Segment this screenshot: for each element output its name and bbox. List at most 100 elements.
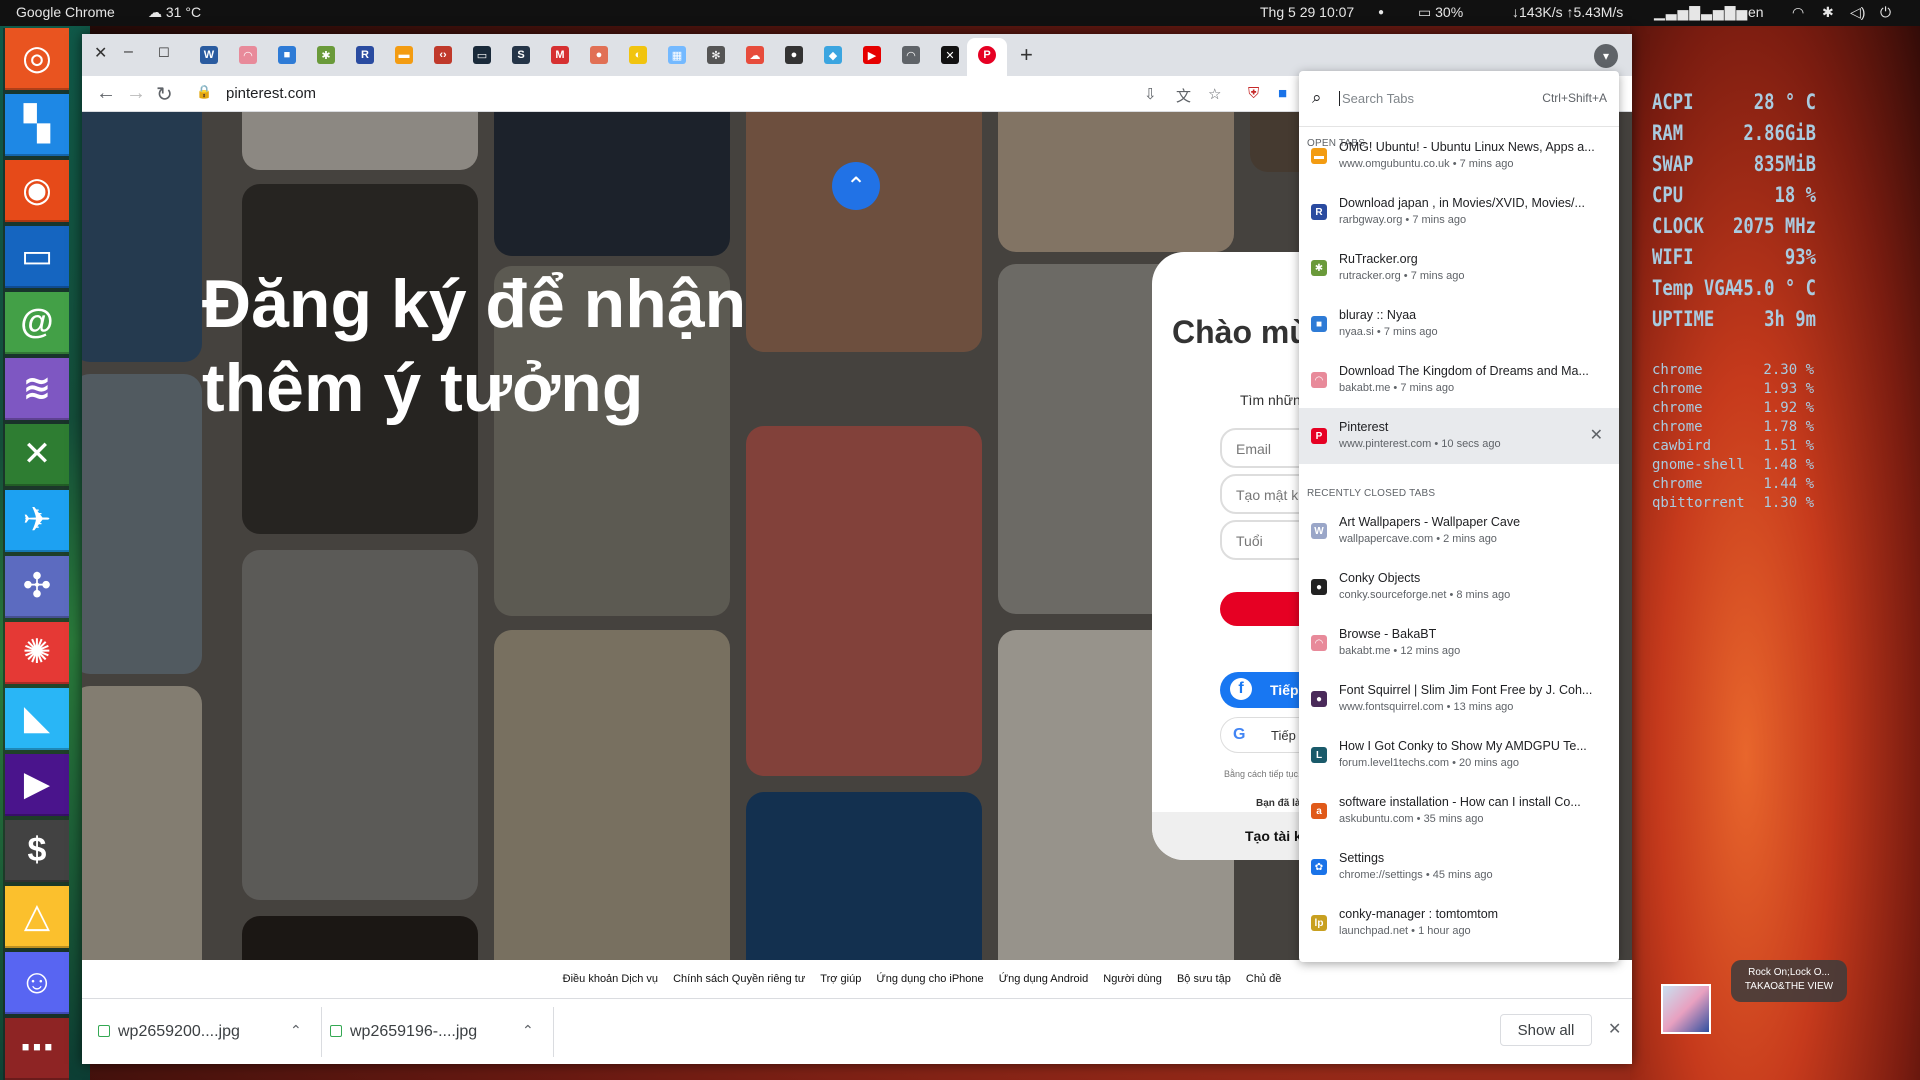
tab-favicon-settings[interactable]: ✻ — [707, 46, 725, 64]
music-widget[interactable]: Rock On;Lock O... TAKAO&THE VIEW — [1655, 960, 1847, 1040]
scroll-up-button[interactable]: ⌃ — [832, 162, 880, 210]
tab-search-button[interactable]: ▾ — [1594, 44, 1618, 68]
more-apps-icon[interactable]: ⋯ — [5, 1018, 69, 1080]
close-window-icon[interactable]: ✕ — [94, 43, 107, 63]
footer-link[interactable]: Chủ đề — [1246, 973, 1281, 985]
close-icon[interactable]: ✕ — [1608, 1019, 1621, 1039]
tab-search-box[interactable]: ⌕ Search Tabs Ctrl+Shift+A — [1299, 71, 1619, 127]
bluetooth-icon[interactable]: ✱ — [1822, 4, 1834, 21]
tab-pinterest[interactable]: P — [967, 38, 1007, 76]
tab-favicon-code[interactable]: ‹› — [434, 46, 452, 64]
tab-title: RuTracker.org — [1339, 252, 1418, 266]
tab-search-item[interactable]: ✿ Settings chrome://settings • 45 mins ago — [1299, 839, 1619, 895]
footer-link[interactable]: Trợ giúp — [820, 973, 861, 985]
footer-link[interactable]: Ứng dụng cho iPhone — [876, 973, 983, 985]
have-account-link[interactable]: Bạn đã là — [1256, 798, 1300, 809]
crossover-icon[interactable]: ✕ — [5, 424, 69, 486]
wifi-icon[interactable]: ◠ — [1792, 4, 1804, 21]
install-icon[interactable]: ⇩ — [1144, 85, 1157, 103]
tab-favicon-dots[interactable]: ● — [590, 46, 608, 64]
tab-favicon-rarbg[interactable]: R — [356, 46, 374, 64]
tab-search-item[interactable]: W Art Wallpapers - Wallpaper Cave wallpape… — [1299, 503, 1619, 559]
footer-link[interactable]: Bộ sưu tập — [1177, 973, 1231, 985]
tab-search-item[interactable]: ■ bluray :: Nyaa nyaa.si • 7 mins ago — [1299, 296, 1619, 352]
clock[interactable]: Thg 5 29 10:07 — [1260, 4, 1354, 20]
footer-link[interactable]: Chính sách Quyền riêng tư — [673, 973, 805, 985]
footer-link[interactable]: Ứng dụng Android — [999, 973, 1089, 985]
reload-icon[interactable]: ↻ — [156, 82, 173, 107]
back-icon[interactable]: ← — [96, 82, 116, 105]
battery-indicator[interactable]: ▭ 30% — [1418, 4, 1463, 21]
footer-link[interactable]: Điều khoản Dịch vụ — [563, 973, 658, 985]
conky-key: chrome — [1652, 476, 1703, 492]
tab-favicon-kodi[interactable]: ◆ — [824, 46, 842, 64]
lock-icon[interactable]: 🔒 — [196, 84, 212, 100]
tab-favicon-s[interactable]: S — [512, 46, 530, 64]
drive-icon[interactable]: △ — [5, 886, 69, 948]
maximize-window-icon[interactable]: ☐ — [158, 45, 170, 61]
ubuntu-icon[interactable]: ◎ — [5, 28, 69, 90]
power-icon[interactable]: ⏻ — [1880, 4, 1891, 21]
tab-search-item[interactable]: lp conky-manager : tomtomtom launchpad.net… — [1299, 895, 1619, 951]
cawbird-icon[interactable]: ≋ — [5, 358, 69, 420]
tab-search-item[interactable]: a software installation - How can I insta… — [1299, 783, 1619, 839]
chevron-up-icon[interactable]: ⌃ — [522, 1022, 534, 1039]
shutter-icon[interactable]: ✺ — [5, 622, 69, 684]
tab-subtitle: wallpapercave.com • 2 mins ago — [1339, 533, 1497, 545]
tab-favicon-calendar[interactable]: ▦ — [668, 46, 686, 64]
translate-icon[interactable]: 文 — [1176, 85, 1191, 106]
footer-link[interactable]: Người dùng — [1103, 973, 1162, 985]
ublock-icon[interactable]: ⛨ — [1248, 85, 1259, 102]
new-tab-button[interactable]: + — [1020, 42, 1033, 68]
network-speed[interactable]: ↓143K/s ↑5.43M/s — [1512, 4, 1623, 20]
tab-search-item[interactable]: ◠ Download The Kingdom of Dreams and Ma..… — [1299, 352, 1619, 408]
tab-title: Pinterest — [1339, 420, 1389, 434]
active-app-name[interactable]: Google Chrome — [16, 4, 115, 20]
show-all-button[interactable]: Show all — [1500, 1014, 1592, 1046]
terminal-icon[interactable]: $ — [5, 820, 69, 882]
tab-search-item[interactable]: ◠ Browse - BakaBT bakabt.me • 12 mins ago — [1299, 615, 1619, 671]
twitter-icon[interactable]: ✈ — [5, 490, 69, 552]
download-item[interactable]: wp2659200....jpg ⌃ — [90, 1007, 322, 1057]
forward-icon[interactable]: → — [126, 82, 146, 105]
tab-favicon-bakabt[interactable]: ◠ — [239, 46, 257, 64]
minimize-window-icon[interactable]: – — [124, 43, 133, 61]
tab-favicon-red[interactable]: M — [551, 46, 569, 64]
input-language[interactable]: en — [1748, 4, 1764, 20]
tab-search-item[interactable]: P Pinterest www.pinterest.com • 10 secs ag… — [1299, 408, 1619, 464]
files-icon[interactable]: ▭ — [5, 226, 69, 288]
volume-icon[interactable]: ◁) — [1850, 4, 1865, 21]
tab-favicon-dark[interactable]: ▭ — [473, 46, 491, 64]
tab-favicon-nyaa[interactable]: ■ — [278, 46, 296, 64]
search-input[interactable]: Search Tabs — [1339, 91, 1414, 106]
tab-favicon-github[interactable]: ● — [785, 46, 803, 64]
tab-search-item[interactable]: L How I Got Conky to Show My AMDGPU Te...… — [1299, 727, 1619, 783]
tab-favicon-x[interactable]: ✕ — [941, 46, 959, 64]
tab-favicon-yellow[interactable]: ◐ — [629, 46, 647, 64]
close-tab-icon[interactable]: ✕ — [1590, 425, 1603, 445]
gimp-icon[interactable]: ◣ — [5, 688, 69, 750]
tab-favicon-youtube[interactable]: ▶ — [863, 46, 881, 64]
tab-search-item[interactable]: ✱ RuTracker.org rutracker.org • 7 mins ago — [1299, 240, 1619, 296]
extension-icon[interactable]: ■ — [1278, 85, 1287, 102]
chrome-icon[interactable]: ◉ — [5, 160, 69, 222]
tab-search-item[interactable]: ● Conky Objects conky.sourceforge.net • 8 … — [1299, 559, 1619, 615]
chevron-up-icon[interactable]: ⌃ — [290, 1022, 302, 1039]
tab-favicon-cloud[interactable]: ☁ — [746, 46, 764, 64]
media-player-icon[interactable]: ▶ — [5, 754, 69, 816]
address-bar[interactable]: 🔒 pinterest.com — [192, 80, 1242, 108]
download-item[interactable]: wp2659196-....jpg ⌃ — [322, 1007, 554, 1057]
tab-favicon-omgubuntu[interactable]: ▬ — [395, 46, 413, 64]
tab-search-item[interactable]: ● Font Squirrel | Slim Jim Font Free by J… — [1299, 671, 1619, 727]
mail-icon[interactable]: @ — [5, 292, 69, 354]
discord-icon[interactable]: ☺ — [5, 952, 69, 1014]
bookmark-star-icon[interactable]: ☆ — [1208, 85, 1221, 103]
tab-favicon-wordpress[interactable]: W — [200, 46, 218, 64]
weather-indicator[interactable]: ☁ 31 °C — [148, 4, 201, 21]
tab-favicon-headphones[interactable]: ◠ — [902, 46, 920, 64]
pinwheel-icon[interactable]: ✣ — [5, 556, 69, 618]
app-grid-icon[interactable]: ▚ — [5, 94, 69, 156]
tab-search-item[interactable]: ▬ OMG! Ubuntu! - Ubuntu Linux News, Apps … — [1299, 128, 1619, 184]
tab-favicon-rutracker[interactable]: ✱ — [317, 46, 335, 64]
tab-search-item[interactable]: R Download japan , in Movies/XVID, Movies… — [1299, 184, 1619, 240]
